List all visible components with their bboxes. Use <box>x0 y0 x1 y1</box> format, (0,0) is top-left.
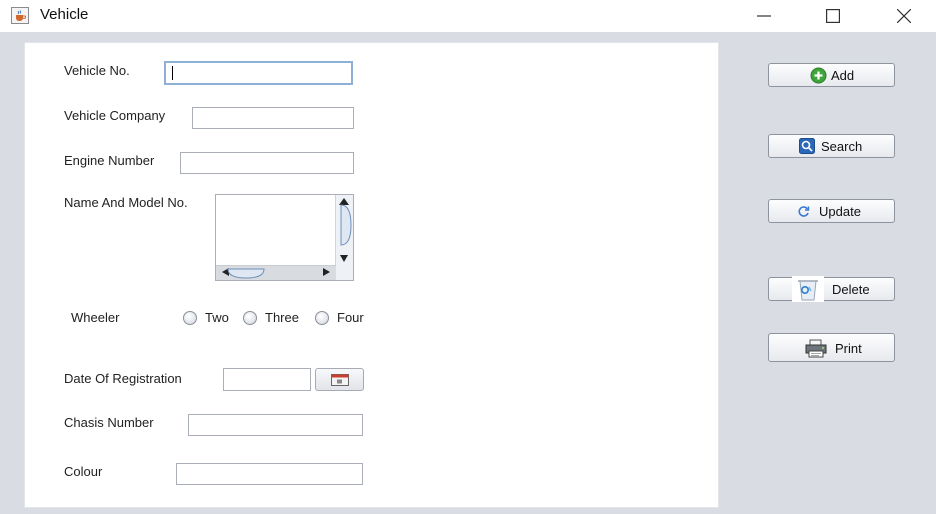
delete-button-label: Delete <box>832 282 870 297</box>
radio-three[interactable] <box>243 311 257 325</box>
title-bar: Vehicle <box>0 0 936 32</box>
vehicle-no-field[interactable] <box>164 61 353 85</box>
window-title: Vehicle <box>40 6 89 23</box>
wheeler-label: Wheeler <box>71 310 120 325</box>
vehicle-company-label: Vehicle Company <box>64 108 166 123</box>
engine-number-field[interactable] <box>180 152 354 174</box>
scrollbar-arrows-icon <box>339 198 352 262</box>
minimize-button[interactable] <box>741 4 787 28</box>
close-icon <box>897 9 911 23</box>
print-button-label: Print <box>835 341 862 356</box>
vehicle-no-label: Vehicle No. <box>64 63 130 78</box>
update-button[interactable]: Update <box>768 199 895 223</box>
text-caret <box>172 66 173 80</box>
delete-button[interactable]: Delete <box>768 276 895 302</box>
date-registration-field[interactable] <box>223 368 311 391</box>
date-registration-label: Date Of Registration <box>64 371 182 386</box>
colour-field[interactable] <box>176 463 363 485</box>
radio-four[interactable] <box>315 311 329 325</box>
horizontal-scrollbar[interactable] <box>216 265 336 280</box>
add-button-label: Add <box>831 68 855 83</box>
maximize-button[interactable] <box>810 4 856 28</box>
print-button[interactable]: Print <box>768 333 895 362</box>
scrollbar-arrows-icon <box>222 268 330 279</box>
engine-number-label: Engine Number <box>64 153 155 168</box>
chasis-number-label: Chasis Number <box>64 415 154 430</box>
maximize-icon <box>826 9 840 23</box>
minimize-icon <box>757 15 771 17</box>
printer-icon <box>805 339 827 358</box>
java-cup-icon <box>11 7 29 24</box>
update-button-label: Update <box>819 204 861 219</box>
search-icon <box>799 138 815 154</box>
add-icon <box>810 67 827 84</box>
radio-four-label: Four <box>337 310 364 325</box>
vertical-scrollbar[interactable] <box>335 195 353 266</box>
date-picker-button[interactable] <box>315 368 364 391</box>
scrollbar-corner <box>336 266 353 280</box>
colour-label: Colour <box>64 464 103 479</box>
radio-three-label: Three <box>265 310 299 325</box>
radio-two-label: Two <box>205 310 229 325</box>
chasis-number-field[interactable] <box>188 414 363 436</box>
refresh-icon <box>798 206 810 217</box>
search-button[interactable]: Search <box>768 134 895 158</box>
search-button-label: Search <box>821 139 863 154</box>
name-model-label: Name And Model No. <box>64 195 188 210</box>
vehicle-company-field[interactable] <box>192 107 354 129</box>
recycle-bin-icon <box>792 276 824 302</box>
calendar-icon <box>331 374 349 386</box>
close-button[interactable] <box>881 4 927 28</box>
radio-two[interactable] <box>183 311 197 325</box>
add-button[interactable]: Add <box>768 63 895 87</box>
name-model-textarea[interactable] <box>215 194 354 281</box>
